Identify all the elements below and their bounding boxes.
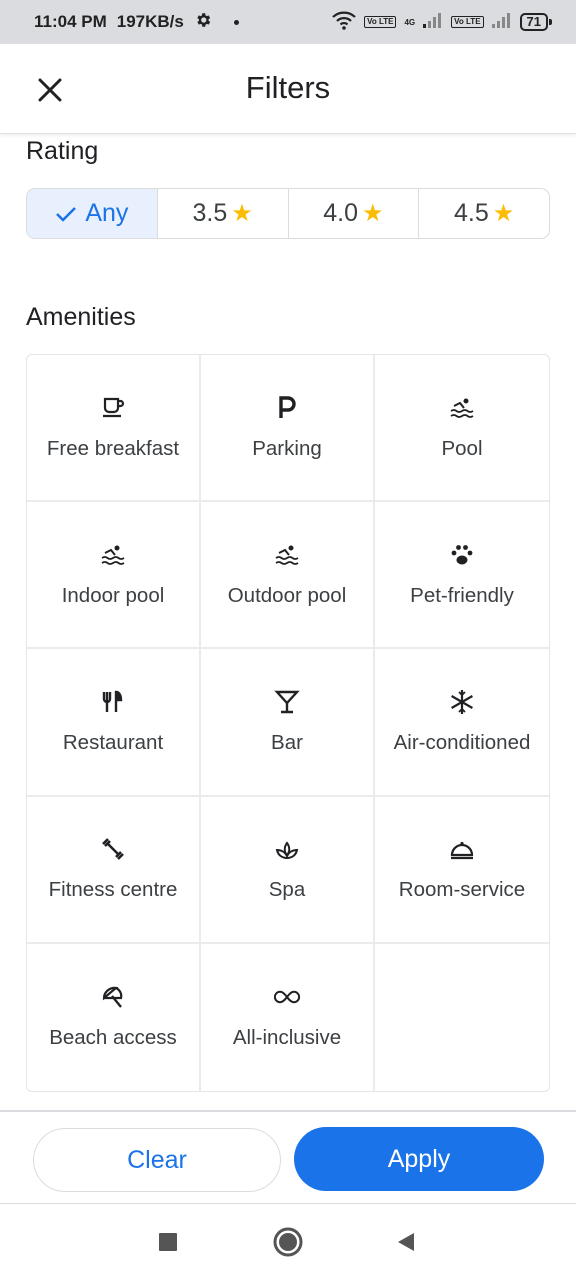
signal-2-icon xyxy=(491,12,512,33)
spa-icon xyxy=(274,836,300,862)
amenity-spa[interactable]: Spa xyxy=(201,796,375,944)
amenity-label: All-inclusive xyxy=(232,1026,342,1050)
apply-button[interactable]: Apply xyxy=(294,1127,544,1191)
cocktail-icon xyxy=(274,689,300,715)
amenity-pool[interactable]: Pool xyxy=(375,355,549,503)
rating-selector: Any 3.5 ★ 4.0 ★ 4.5 ★ xyxy=(26,188,550,239)
back-icon[interactable] xyxy=(388,1224,424,1260)
amenity-fitness-centre[interactable]: Fitness centre xyxy=(27,796,201,944)
rating-option-4-0[interactable]: 4.0 ★ xyxy=(287,189,419,238)
amenity-pet-friendly[interactable]: Pet-friendly xyxy=(375,502,549,650)
amenity-label: Fitness centre xyxy=(48,878,178,902)
amenity-all-inclusive[interactable]: All-inclusive xyxy=(201,943,375,1091)
amenity-label: Spa xyxy=(268,878,306,902)
signal-1-icon xyxy=(423,12,443,33)
network-type: 4G xyxy=(404,17,416,27)
amenity-restaurant[interactable]: Restaurant xyxy=(27,649,201,797)
amenity-label: Outdoor pool xyxy=(227,583,347,607)
amenity-label: Bar xyxy=(271,730,303,754)
amenity-beach-access[interactable]: Beach access xyxy=(27,943,201,1091)
amenity-label: Indoor pool xyxy=(61,583,165,607)
status-time: 11:04 PM xyxy=(34,12,107,31)
check-icon xyxy=(55,205,77,223)
beach-icon xyxy=(100,984,126,1010)
parking-icon xyxy=(274,395,300,421)
amenity-label: Pet-friendly xyxy=(410,583,514,607)
status-speed: 197KB/s xyxy=(116,12,184,31)
rating-option-label: 4.0 xyxy=(323,199,358,227)
clear-button[interactable]: Clear xyxy=(33,1128,281,1192)
page-title: Filters xyxy=(245,70,331,105)
pool-icon xyxy=(449,395,475,421)
volte-2-badge: Vo LTE xyxy=(451,16,484,28)
amenity-empty-cell xyxy=(375,944,549,1091)
action-bar: Clear Apply xyxy=(0,1110,576,1204)
amenity-label: Room-service xyxy=(398,878,526,902)
app-bar: Filters xyxy=(0,44,576,134)
amenity-label: Parking xyxy=(252,436,322,460)
rating-option-label: 3.5 xyxy=(192,199,228,227)
amenities-grid: Free breakfast Parking Pool Indoor pool … xyxy=(26,354,550,1092)
infinity-icon xyxy=(274,984,300,1010)
coffee-icon xyxy=(100,395,126,421)
amenity-free-breakfast[interactable]: Free breakfast xyxy=(27,355,201,503)
star-icon: ★ xyxy=(362,200,384,227)
home-icon[interactable] xyxy=(270,1224,306,1260)
amenity-bar[interactable]: Bar xyxy=(201,649,375,797)
rating-section-title: Rating xyxy=(26,137,99,165)
rating-option-3-5[interactable]: 3.5 ★ xyxy=(156,189,288,238)
room-service-icon xyxy=(449,836,475,862)
amenity-parking[interactable]: Parking xyxy=(201,355,375,503)
star-icon: ★ xyxy=(492,200,515,227)
amenities-section-title: Amenities xyxy=(26,303,136,331)
recents-icon[interactable] xyxy=(150,1224,186,1260)
amenity-label: Restaurant xyxy=(62,730,164,754)
snowflake-icon xyxy=(449,689,475,715)
star-icon: ★ xyxy=(231,200,253,227)
rating-option-4-5[interactable]: 4.5 ★ xyxy=(418,189,549,238)
amenity-label: Air-conditioned xyxy=(393,730,531,754)
pool-icon xyxy=(274,542,300,568)
rating-option-any[interactable]: Any xyxy=(27,189,157,238)
volte-1-badge: Vo LTE xyxy=(364,16,397,28)
amenity-label: Free breakfast xyxy=(46,436,180,460)
amenity-room-service[interactable]: Room-service xyxy=(375,797,549,944)
amenity-label: Beach access xyxy=(49,1026,177,1050)
amenity-indoor-pool[interactable]: Indoor pool xyxy=(27,502,201,650)
amenity-label: Pool xyxy=(441,436,483,460)
settings-icon xyxy=(194,11,212,34)
notification-dot-icon xyxy=(233,19,239,25)
paw-icon xyxy=(449,542,475,568)
restaurant-icon xyxy=(100,689,126,715)
pool-icon xyxy=(100,542,126,568)
amenity-outdoor-pool[interactable]: Outdoor pool xyxy=(201,502,375,650)
rating-option-label: 4.5 xyxy=(453,199,489,227)
battery-icon: 71 xyxy=(519,13,553,31)
wifi-icon xyxy=(332,10,356,35)
rating-option-label: Any xyxy=(85,199,129,227)
system-nav-bar xyxy=(0,1204,576,1280)
dumbbell-icon xyxy=(100,836,126,862)
amenity-air-conditioned[interactable]: Air-conditioned xyxy=(375,649,549,797)
status-bar: 11:04 PM 197KB/s Vo LTE 4G Vo LTE 71 xyxy=(0,0,576,44)
